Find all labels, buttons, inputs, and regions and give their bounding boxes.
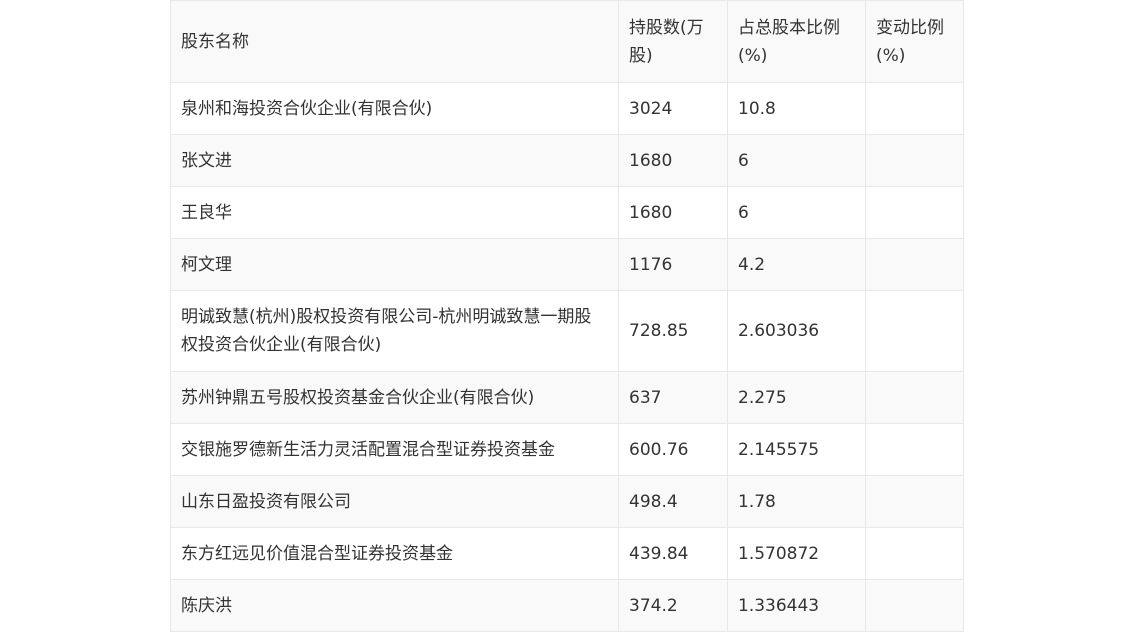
cell-change: [865, 186, 964, 239]
cell-shares: 1680: [618, 186, 728, 239]
table-row: 苏州钟鼎五号股权投资基金合伙企业(有限合伙) 637 2.275: [170, 371, 964, 424]
cell-change: [865, 579, 964, 632]
cell-ratio: 2.145575: [727, 423, 866, 476]
cell-name: 明诚致慧(杭州)股权投资有限公司-杭州明诚致慧一期股权投资合伙企业(有限合伙): [170, 290, 619, 372]
cell-name: 张文进: [170, 134, 619, 187]
cell-ratio: 4.2: [727, 238, 866, 291]
cell-shares: 637: [618, 371, 728, 424]
cell-shares: 728.85: [618, 290, 728, 372]
cell-shares: 1176: [618, 238, 728, 291]
cell-change: [865, 423, 964, 476]
cell-name: 山东日盈投资有限公司: [170, 475, 619, 528]
cell-ratio: 10.8: [727, 82, 866, 135]
cell-name: 陈庆洪: [170, 579, 619, 632]
cell-name: 东方红远见价值混合型证券投资基金: [170, 527, 619, 580]
table-row: 陈庆洪 374.2 1.336443: [170, 579, 964, 632]
header-change: 变动比例(%): [865, 0, 964, 83]
table-row: 王良华 1680 6: [170, 186, 964, 239]
cell-ratio: 1.570872: [727, 527, 866, 580]
cell-change: [865, 134, 964, 187]
cell-change: [865, 371, 964, 424]
cell-ratio: 6: [727, 134, 866, 187]
table-row: 泉州和海投资合伙企业(有限合伙) 3024 10.8: [170, 82, 964, 135]
shareholder-table: 股东名称 持股数(万股) 占总股本比例(%) 变动比例(%) 泉州和海投资合伙企…: [170, 0, 964, 632]
cell-ratio: 1.78: [727, 475, 866, 528]
cell-ratio: 2.275: [727, 371, 866, 424]
cell-name: 交银施罗德新生活力灵活配置混合型证券投资基金: [170, 423, 619, 476]
header-ratio: 占总股本比例(%): [727, 0, 866, 83]
cell-change: [865, 82, 964, 135]
cell-ratio: 2.603036: [727, 290, 866, 372]
cell-change: [865, 475, 964, 528]
cell-shares: 498.4: [618, 475, 728, 528]
cell-name: 苏州钟鼎五号股权投资基金合伙企业(有限合伙): [170, 371, 619, 424]
header-shareholder-name: 股东名称: [170, 0, 619, 83]
cell-name: 泉州和海投资合伙企业(有限合伙): [170, 82, 619, 135]
cell-shares: 3024: [618, 82, 728, 135]
cell-name: 柯文理: [170, 238, 619, 291]
cell-change: [865, 290, 964, 372]
shareholder-table-container: 股东名称 持股数(万股) 占总股本比例(%) 变动比例(%) 泉州和海投资合伙企…: [170, 0, 964, 632]
cell-change: [865, 527, 964, 580]
cell-shares: 1680: [618, 134, 728, 187]
table-row: 山东日盈投资有限公司 498.4 1.78: [170, 475, 964, 528]
cell-shares: 439.84: [618, 527, 728, 580]
cell-shares: 374.2: [618, 579, 728, 632]
cell-shares: 600.76: [618, 423, 728, 476]
header-shares: 持股数(万股): [618, 0, 728, 83]
table-row: 张文进 1680 6: [170, 134, 964, 187]
table-row: 明诚致慧(杭州)股权投资有限公司-杭州明诚致慧一期股权投资合伙企业(有限合伙) …: [170, 290, 964, 372]
cell-ratio: 6: [727, 186, 866, 239]
table-row: 东方红远见价值混合型证券投资基金 439.84 1.570872: [170, 527, 964, 580]
table-header-row: 股东名称 持股数(万股) 占总股本比例(%) 变动比例(%): [170, 0, 964, 83]
cell-ratio: 1.336443: [727, 579, 866, 632]
cell-name: 王良华: [170, 186, 619, 239]
table-row: 柯文理 1176 4.2: [170, 238, 964, 291]
cell-change: [865, 238, 964, 291]
table-row: 交银施罗德新生活力灵活配置混合型证券投资基金 600.76 2.145575: [170, 423, 964, 476]
